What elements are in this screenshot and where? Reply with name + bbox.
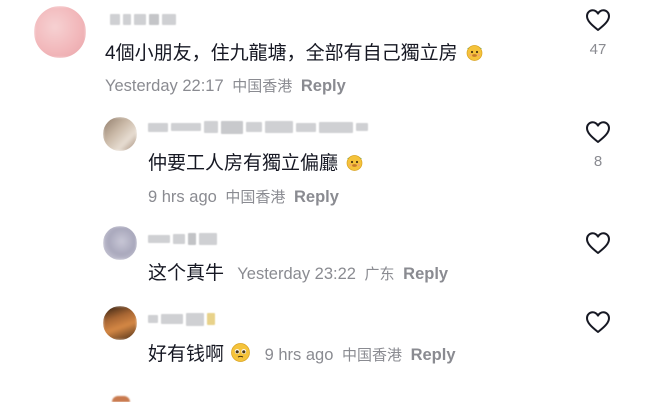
avatar[interactable] bbox=[103, 226, 137, 260]
avatar[interactable] bbox=[103, 306, 137, 340]
heart-outline-icon bbox=[586, 311, 610, 333]
heart-outline-icon bbox=[586, 121, 610, 143]
like-count: 8 bbox=[593, 153, 603, 170]
avatar[interactable] bbox=[103, 117, 137, 151]
like-button[interactable]: 8 bbox=[578, 120, 618, 170]
comment-meta: 9 hrs ago 中国香港 Reply bbox=[265, 346, 456, 364]
comment-text: 好有钱啊 9 hrs ago 中国香港 Reply bbox=[148, 342, 456, 367]
comment-timestamp: 9 hrs ago bbox=[148, 188, 217, 206]
username-blurred[interactable] bbox=[148, 118, 368, 136]
comment-timestamp: Yesterday 22:17 bbox=[105, 77, 224, 95]
reply-button[interactable]: Reply bbox=[411, 346, 456, 364]
comment-text: 仲要工人房有獨立偏廳 bbox=[148, 151, 365, 176]
username-blurred[interactable] bbox=[110, 10, 176, 28]
comment-meta: 9 hrs ago 中国香港 Reply bbox=[148, 187, 339, 207]
like-button[interactable] bbox=[578, 231, 618, 255]
comment-text: 4個小朋友，住九龍塘，全部有自己獨立房 bbox=[105, 41, 485, 66]
comment-text-content: 好有钱啊 bbox=[148, 344, 225, 365]
pleading-face-emoji bbox=[230, 342, 251, 363]
cowboy-face-emoji bbox=[464, 41, 485, 62]
avatar[interactable] bbox=[34, 6, 86, 58]
comment-timestamp: Yesterday 23:22 bbox=[237, 265, 356, 283]
avatar-partial[interactable] bbox=[112, 396, 130, 402]
comment-text-content: 这个真牛 bbox=[148, 263, 225, 284]
like-button[interactable] bbox=[578, 310, 618, 334]
like-count: 47 bbox=[589, 41, 607, 58]
reply-button[interactable]: Reply bbox=[294, 188, 339, 206]
username-blurred[interactable] bbox=[148, 310, 215, 328]
comment-text-content: 4個小朋友，住九龍塘，全部有自己獨立房 bbox=[105, 43, 458, 64]
reply-button[interactable]: Reply bbox=[301, 77, 346, 95]
comment-timestamp: 9 hrs ago bbox=[264, 346, 334, 364]
comment-meta: Yesterday 22:17 中国香港 Reply bbox=[105, 76, 346, 96]
comment-location: 中国香港 bbox=[341, 346, 402, 364]
username-blurred[interactable] bbox=[148, 230, 217, 248]
reply-button[interactable]: Reply bbox=[403, 265, 448, 283]
heart-outline-icon bbox=[586, 9, 610, 31]
comment-meta: Yesterday 23:22 广东 Reply bbox=[237, 265, 448, 283]
heart-outline-icon bbox=[586, 232, 610, 254]
comment-text-content: 仲要工人房有獨立偏廳 bbox=[148, 153, 339, 174]
comment-location: 广东 bbox=[364, 265, 395, 283]
comment-text: 这个真牛 Yesterday 23:22 广东 Reply bbox=[148, 262, 448, 286]
cowboy-face-emoji bbox=[344, 151, 365, 172]
comment-location: 中国香港 bbox=[232, 77, 293, 95]
comment-location: 中国香港 bbox=[225, 188, 286, 206]
like-button[interactable]: 47 bbox=[578, 8, 618, 58]
